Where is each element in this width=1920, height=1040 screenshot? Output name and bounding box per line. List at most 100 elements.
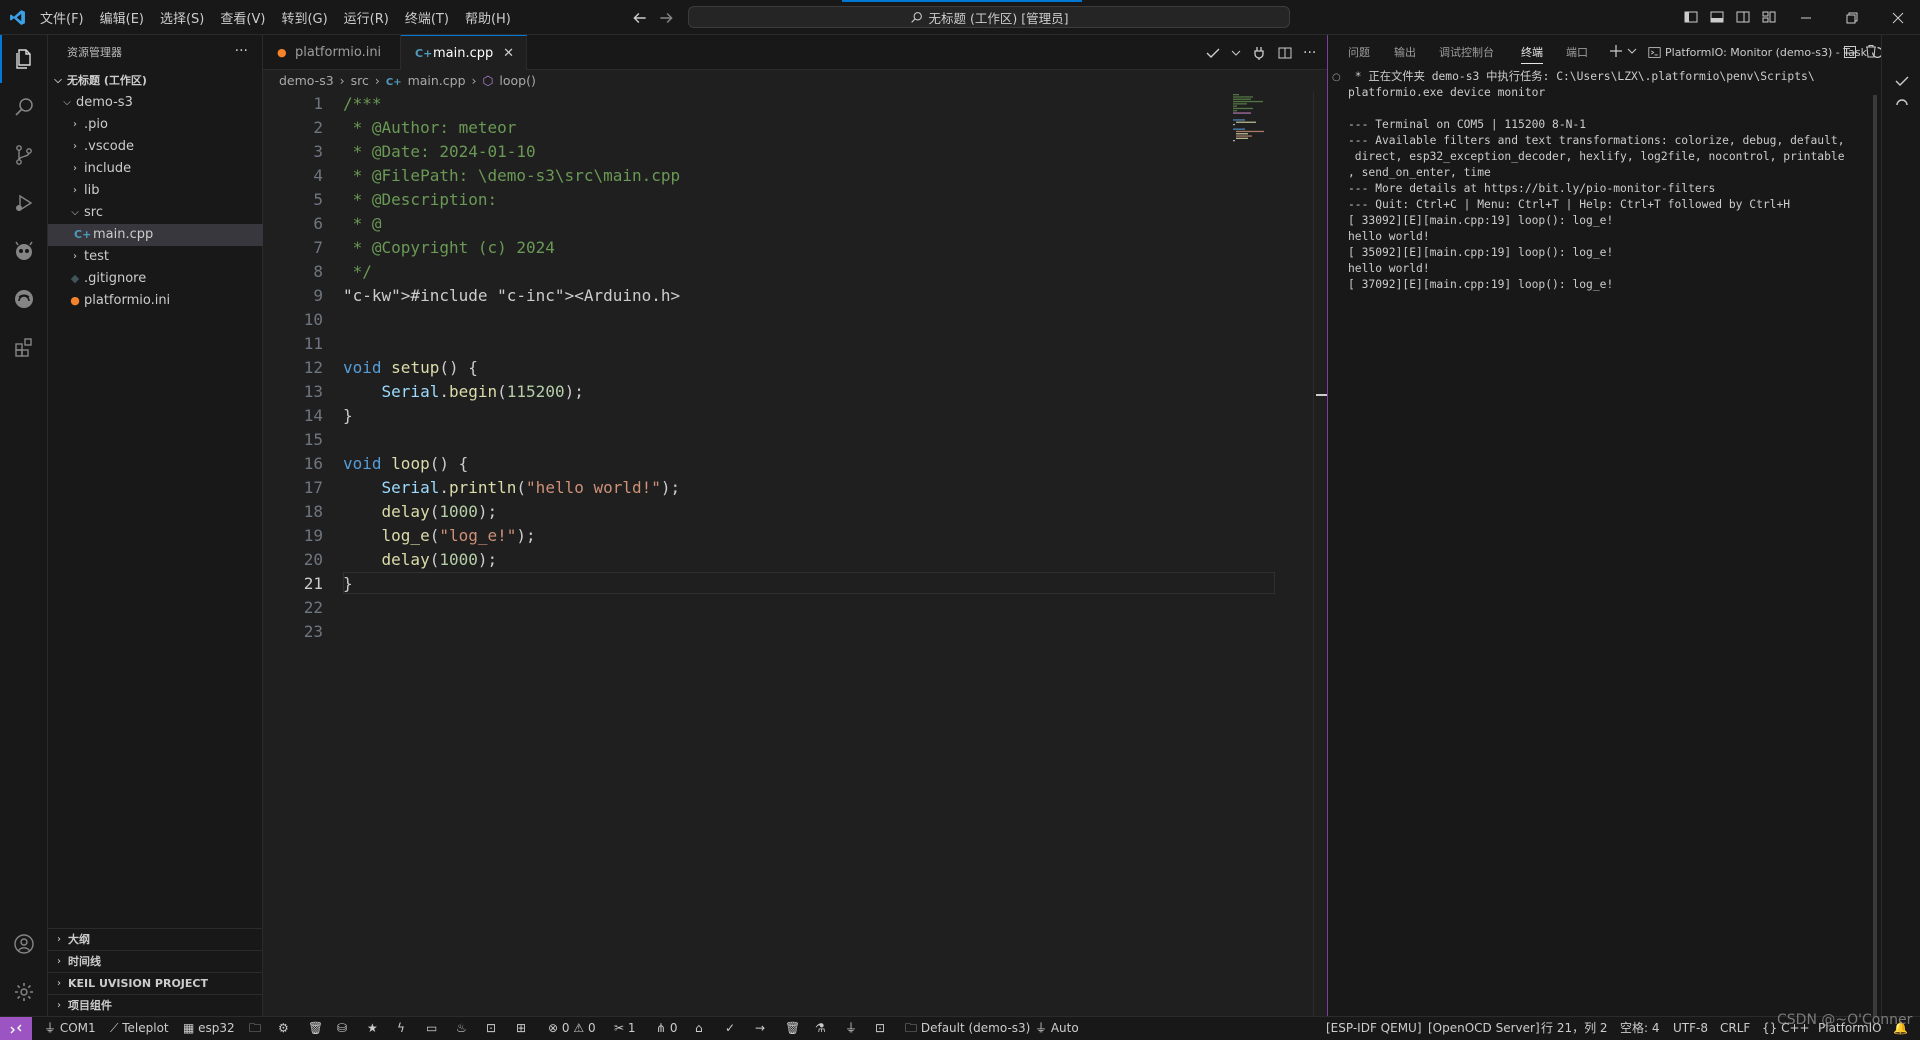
forward-arrow-icon[interactable] xyxy=(657,9,675,27)
project-components-section[interactable]: › 项目组件 xyxy=(48,994,263,1016)
tree-folder-src[interactable]: ⌵ src xyxy=(48,202,263,224)
accounts-icon[interactable] xyxy=(0,920,48,968)
tree-folder-lib[interactable]: › lib xyxy=(48,180,263,202)
arrow-right-icon[interactable]: → xyxy=(755,1017,765,1040)
explorer-icon[interactable] xyxy=(0,35,48,83)
tree-file-main-cpp[interactable]: C+ main.cpp xyxy=(48,224,263,246)
code-line[interactable]: Serial.begin(115200); xyxy=(343,380,584,404)
split-editor-icon[interactable] xyxy=(1277,45,1293,61)
code-editor[interactable]: 1 2 3 4 5 6 7 8 9 10 11 12 13 14 15 16 17 18 19 20 21 22 23 /*… xyxy=(263,92,1328,1016)
plug-icon[interactable] xyxy=(1251,45,1267,61)
tree-folder-demo-s3[interactable]: ⌵ demo-s3 xyxy=(48,92,263,114)
code-line[interactable]: * @Copyright (c) 2024 xyxy=(343,236,555,260)
code-line[interactable]: Serial.println("hello world!"); xyxy=(343,476,681,500)
toggle-primary-sidebar-icon[interactable] xyxy=(1683,9,1699,25)
code-line[interactable]: log_e("log_e!"); xyxy=(343,524,536,548)
source-control-icon[interactable] xyxy=(0,131,48,179)
board-item[interactable]: ▦ esp32 xyxy=(183,1017,235,1040)
menu-selection[interactable]: 选择(S) xyxy=(152,8,212,27)
panel-tab-ports[interactable]: 端口 xyxy=(1566,35,1588,70)
home-icon[interactable]: ⌂ xyxy=(695,1017,703,1040)
run-debug-icon[interactable] xyxy=(0,179,48,227)
toggle-panel-icon[interactable] xyxy=(1709,9,1725,25)
tree-folder-vscode[interactable]: › .vscode xyxy=(48,136,263,158)
search-icon[interactable] xyxy=(0,83,48,131)
more-actions-icon[interactable]: ··· xyxy=(1303,45,1316,61)
outline-section[interactable]: › 大纲 xyxy=(48,928,263,950)
remote-indicator-icon[interactable] xyxy=(0,1017,32,1040)
panel-tab-terminal[interactable]: 终端 xyxy=(1521,35,1543,70)
maximize-panel-icon[interactable] xyxy=(1843,45,1857,59)
serial-port-item[interactable]: ⏚ COM1 xyxy=(44,1017,96,1040)
eol-item[interactable]: CRLF xyxy=(1720,1017,1750,1040)
panel-tab-problems[interactable]: 问题 xyxy=(1348,35,1370,70)
platformio-icon[interactable] xyxy=(0,227,48,275)
code-line[interactable]: * @Author: meteor xyxy=(343,116,517,140)
customize-layout-icon[interactable] xyxy=(1761,9,1777,25)
terminal-scrollbar[interactable] xyxy=(1873,95,1877,1016)
tree-folder-pio[interactable]: › .pio xyxy=(48,114,263,136)
env-item[interactable]: 🗀 Default (demo-s3) xyxy=(905,1017,1030,1040)
star-icon[interactable]: ★ xyxy=(367,1017,378,1040)
menu-file[interactable]: 文件(F) xyxy=(32,8,92,27)
explorer-more-actions-icon[interactable]: ··· xyxy=(235,35,248,70)
tab-main-cpp[interactable]: C+ main.cpp ✕ xyxy=(401,35,527,71)
editor-scrollbar[interactable] xyxy=(1313,92,1328,1016)
breadcrumb-item[interactable]: demo-s3 xyxy=(279,73,334,88)
tree-file-platformio-ini[interactable]: ● platformio.ini xyxy=(48,290,263,312)
tree-file-gitignore[interactable]: ◆ .gitignore xyxy=(48,268,263,290)
trash-icon[interactable] xyxy=(1864,44,1878,58)
gear-icon[interactable]: ⚙ xyxy=(278,1017,289,1040)
tree-folder-include[interactable]: › include xyxy=(48,158,263,180)
ports-item[interactable]: ⋔ 0 xyxy=(656,1017,678,1040)
terminal-output[interactable]: * 正在文件夹 demo-s3 中执行任务: C:\Users\LZX\.pla… xyxy=(1348,69,1858,293)
monitor-icon[interactable]: ▭ xyxy=(426,1017,437,1040)
plus-icon[interactable] xyxy=(1609,44,1623,58)
workspace-root[interactable]: ⌵ 无标题 (工作区) xyxy=(48,70,263,92)
trash-icon[interactable]: 🗑 xyxy=(785,1017,800,1040)
menu-go[interactable]: 转到(G) xyxy=(273,8,335,27)
code-line[interactable]: * @Date: 2024-01-10 xyxy=(343,140,536,164)
code-line[interactable]: * @Description: xyxy=(343,188,498,212)
trash-icon[interactable]: 🗑 xyxy=(308,1017,323,1040)
chevron-down-icon[interactable] xyxy=(1627,46,1637,56)
code-line[interactable]: } xyxy=(343,572,353,596)
tools-item[interactable]: ✂ 1 xyxy=(614,1017,636,1040)
plug-icon[interactable]: ⏚ xyxy=(845,1017,857,1040)
problems-item[interactable]: ⊗ 0 ⚠ 0 xyxy=(548,1017,596,1040)
flame-icon[interactable]: ♨ xyxy=(456,1017,467,1040)
breadcrumb-item[interactable]: loop() xyxy=(499,73,535,88)
restore-icon[interactable] xyxy=(1829,0,1875,35)
command-center[interactable]: 无标题 (工作区) [管理员] xyxy=(688,6,1290,28)
menu-terminal[interactable]: 终端(T) xyxy=(397,8,457,27)
code-line[interactable]: } xyxy=(343,404,353,428)
terminal-icon[interactable]: ⊡ xyxy=(486,1017,496,1040)
keil-project-section[interactable]: › KEIL UVISION PROJECT xyxy=(48,972,263,994)
close-tab-icon[interactable]: ✕ xyxy=(503,36,514,71)
code-line[interactable]: */ xyxy=(343,260,372,284)
esp-idf-icon[interactable] xyxy=(0,275,48,323)
code-line[interactable]: "c-kw">#include "c-inc"><Arduino.h> xyxy=(343,284,680,308)
extensions-icon[interactable] xyxy=(0,323,48,371)
tree-folder-test[interactable]: › test xyxy=(48,246,263,268)
menu-edit[interactable]: 编辑(E) xyxy=(92,8,152,27)
teleplot-item[interactable]: ⟋ Teleplot xyxy=(110,1017,169,1040)
code-line[interactable]: /*** xyxy=(343,92,382,116)
breadcrumb-item[interactable]: src xyxy=(351,73,369,88)
esp-idf-qemu-item[interactable]: [ESP-IDF QEMU] xyxy=(1326,1017,1422,1040)
toggle-secondary-sidebar-icon[interactable] xyxy=(1735,9,1751,25)
checkmark-icon[interactable] xyxy=(1205,45,1221,61)
openocd-item[interactable]: [OpenOCD Server] xyxy=(1428,1017,1540,1040)
minimap[interactable] xyxy=(1223,92,1323,152)
code-line[interactable]: delay(1000); xyxy=(343,500,498,524)
code-line[interactable]: void setup() { xyxy=(343,356,478,380)
code-line[interactable]: void loop() { xyxy=(343,452,468,476)
folder-icon[interactable]: 🗀 xyxy=(249,1017,261,1040)
breadcrumb-item[interactable]: main.cpp xyxy=(408,73,466,88)
flask-icon[interactable]: ⚗ xyxy=(815,1017,826,1040)
code-line[interactable]: delay(1000); xyxy=(343,548,498,572)
back-arrow-icon[interactable] xyxy=(631,9,649,27)
checkmark-icon[interactable]: ✓ xyxy=(725,1017,735,1040)
flash-icon[interactable]: ϟ xyxy=(397,1017,405,1040)
menu-help[interactable]: 帮助(H) xyxy=(457,8,519,27)
